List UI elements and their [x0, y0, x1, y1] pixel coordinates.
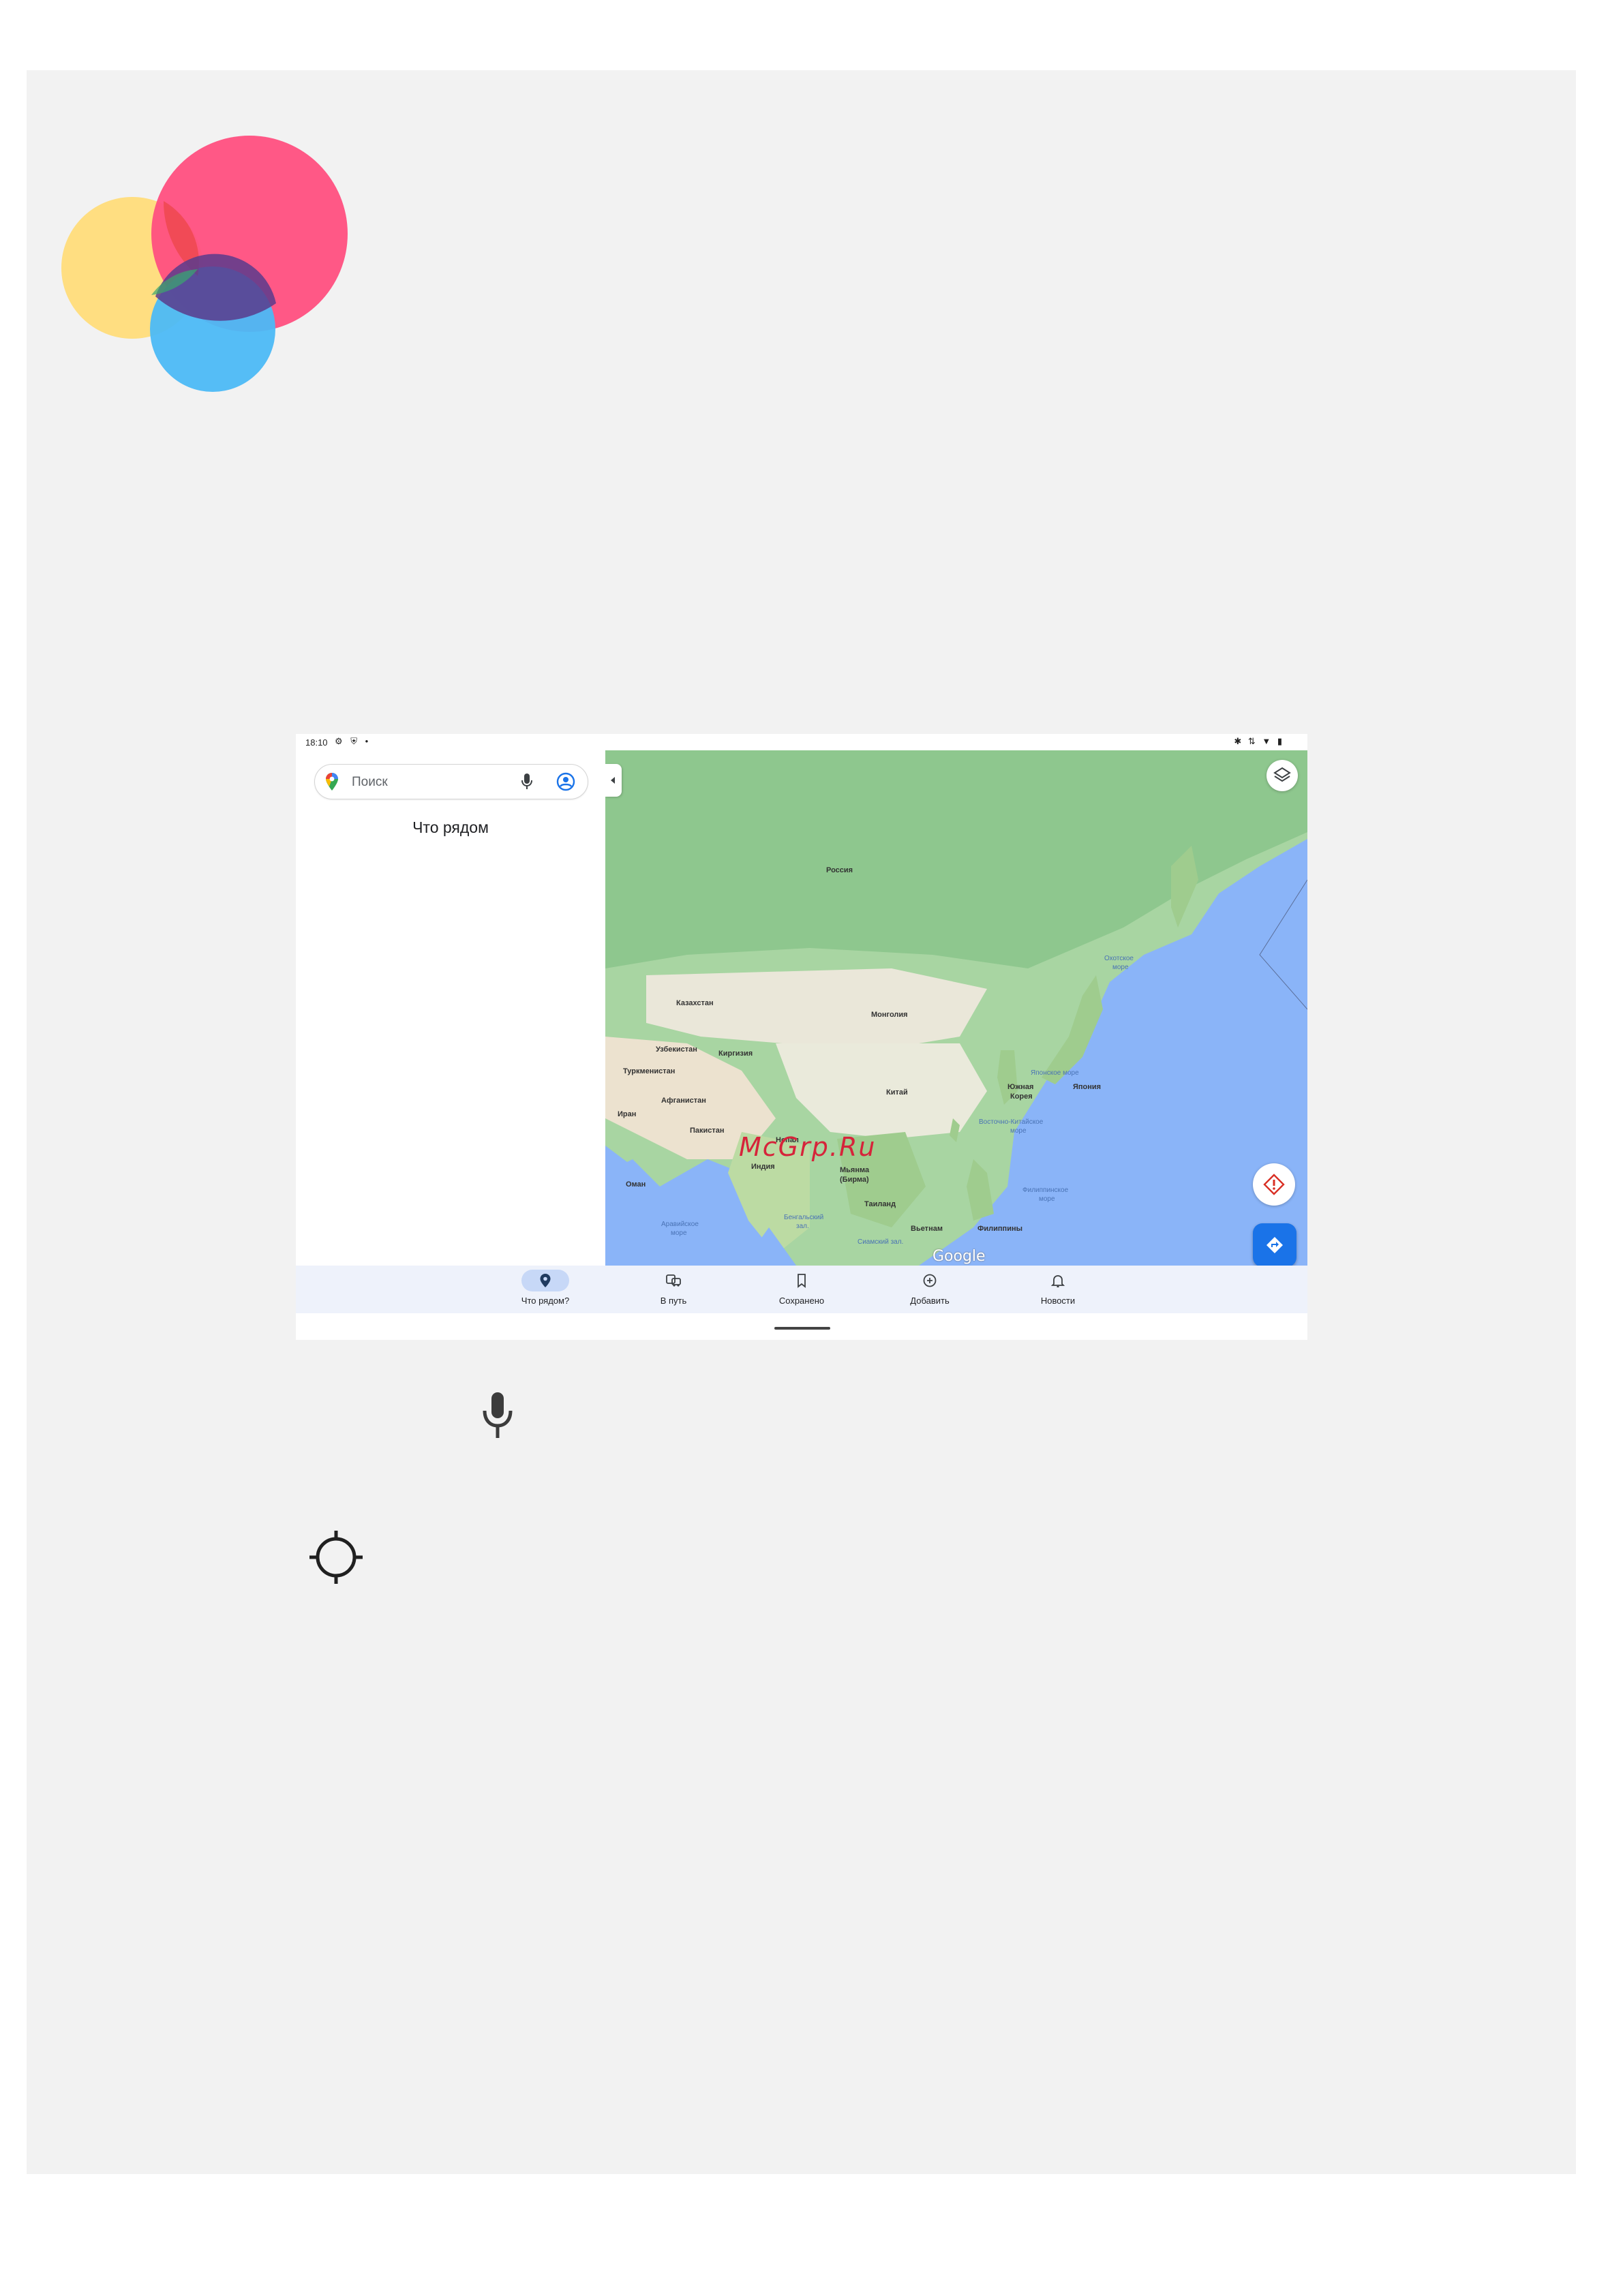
nav-item-updates[interactable]: Новости — [1014, 1270, 1102, 1306]
map-label-india: Индия — [751, 1163, 775, 1171]
sea-label-japan: Японское море — [1031, 1069, 1079, 1077]
maps-pin-icon — [326, 773, 338, 791]
sea-label-philippine-2: море — [1039, 1195, 1055, 1203]
my-location-button[interactable] — [1253, 1163, 1295, 1206]
nav-item-commute[interactable]: В путь — [629, 1270, 718, 1306]
sea-label-philippine-1: Филиппинское — [1022, 1187, 1069, 1194]
left-panel: Поиск Что рядом — [296, 750, 605, 1266]
map-view[interactable]: Россия Казахстан Монголия Узбекистан Кир… — [605, 750, 1307, 1266]
sea-label-east-china-1: Восточно-Китайское — [979, 1118, 1044, 1126]
map-label-myanmar-2: (Бирма) — [840, 1176, 869, 1184]
sea-label-siam: Сиамский зал. — [858, 1238, 904, 1246]
bottom-nav: Что рядом? В путь Сохранено Добавить Нов… — [296, 1266, 1307, 1313]
map-terrain — [605, 750, 1307, 1266]
sea-label-bengal-2: зал. — [796, 1223, 809, 1230]
map-label-mongolia: Монголия — [871, 1011, 908, 1019]
status-time: 18:10 — [305, 737, 328, 748]
map-label-pakistan: Пакистан — [690, 1127, 725, 1135]
nav-label-explore: Что рядом? — [521, 1296, 570, 1306]
nav-label-updates: Новости — [1040, 1296, 1076, 1306]
crosshair-icon — [309, 1531, 363, 1584]
map-label-kazakhstan: Казахстан — [676, 999, 714, 1007]
bell-icon — [1050, 1275, 1065, 1287]
sea-label-east-china-2: море — [1010, 1127, 1027, 1135]
gesture-bar — [774, 1327, 830, 1330]
mic-icon — [483, 1392, 513, 1438]
nav-item-contribute[interactable]: Добавить — [885, 1270, 974, 1306]
search-input[interactable]: Поиск — [314, 764, 588, 799]
map-label-japan: Япония — [1073, 1083, 1102, 1091]
account-icon[interactable] — [556, 772, 575, 791]
nav-item-explore[interactable]: Что рядом? — [501, 1270, 590, 1306]
commute-icon — [666, 1274, 681, 1287]
status-bar: 18:10 ⚙ ⛨ • ✱ ⇅ ▼ ▮ — [296, 734, 1307, 750]
search-placeholder: Поиск — [352, 775, 388, 789]
nav-label-saved: Сохранено — [778, 1296, 825, 1306]
map-label-uzbekistan: Узбекистан — [656, 1045, 697, 1054]
map-label-philippines: Филиппины — [977, 1225, 1022, 1233]
logo-circles-icon — [61, 136, 348, 392]
nav-label-commute: В путь — [660, 1296, 687, 1306]
map-label-turkmenistan: Туркменистан — [623, 1067, 676, 1075]
layers-button[interactable] — [1266, 760, 1298, 791]
sea-label-okhotsk-1: Охотское — [1104, 955, 1134, 962]
map-label-russia: Россия — [826, 866, 853, 874]
collapse-panel-button[interactable] — [605, 764, 622, 797]
bookmark-icon — [798, 1274, 806, 1288]
sea-label-bengal-1: Бенгальский — [784, 1214, 824, 1221]
map-label-vietnam: Вьетнам — [911, 1225, 943, 1233]
map-label-oman: Оман — [626, 1180, 646, 1189]
directions-icon — [1266, 1237, 1283, 1253]
layers-icon — [1273, 767, 1291, 782]
nearby-title: Что рядом — [412, 818, 489, 836]
sea-label-arabian-2: море — [671, 1229, 687, 1237]
my-location-icon — [1263, 1174, 1285, 1195]
map-label-south-korea-2: Корея — [1010, 1092, 1033, 1101]
directions-button[interactable] — [1253, 1223, 1296, 1266]
map-label-iran: Иран — [618, 1110, 637, 1118]
explore-pin-icon — [540, 1274, 551, 1287]
map-label-myanmar-1: Мьянма — [840, 1166, 870, 1174]
nav-label-contribute: Добавить — [910, 1296, 950, 1306]
sea-label-okhotsk-2: море — [1112, 964, 1129, 971]
sea-label-arabian-1: Аравийское — [661, 1221, 699, 1228]
google-logo: Google — [932, 1248, 986, 1265]
map-label-china: Китай — [886, 1088, 908, 1097]
nav-item-saved[interactable]: Сохранено — [757, 1270, 846, 1306]
status-icons-right: ✱ ⇅ ▼ ▮ — [1234, 736, 1284, 746]
watermark: McGrp.Ru — [739, 1132, 877, 1162]
map-label-kyrgyzstan: Киргизия — [718, 1050, 753, 1058]
add-circle-icon — [923, 1274, 937, 1287]
mic-icon[interactable] — [521, 773, 533, 791]
maps-app-screenshot: 18:10 ⚙ ⛨ • ✱ ⇅ ▼ ▮ Поиск Что рядом Росс… — [296, 734, 1307, 1340]
map-label-thailand: Таиланд — [864, 1200, 896, 1208]
collapse-icon — [611, 777, 615, 784]
status-icons-left: ⚙ ⛨ • — [335, 736, 371, 746]
map-label-south-korea-1: Южная — [1007, 1083, 1034, 1091]
map-label-afghanistan: Афганистан — [661, 1097, 706, 1105]
